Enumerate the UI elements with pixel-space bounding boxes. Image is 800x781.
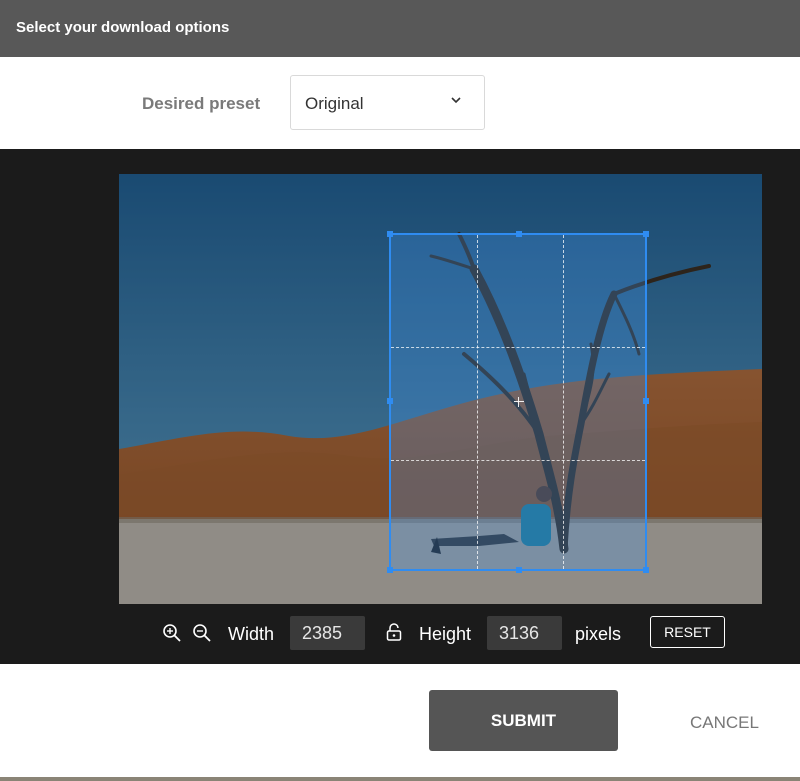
crop-controls: Width 2385 Height 3136 pixels RESET xyxy=(0,613,800,664)
crop-handle-ne[interactable] xyxy=(643,231,649,237)
zoom-in-icon[interactable] xyxy=(162,623,182,643)
width-label: Width xyxy=(228,624,275,644)
crop-handle-sw[interactable] xyxy=(387,567,393,573)
crop-center-icon xyxy=(514,397,524,407)
image-editor: Width 2385 Height 3136 pixels RESET xyxy=(0,149,800,664)
dialog-title: Select your download options xyxy=(16,19,230,36)
crop-grid-line xyxy=(477,235,478,569)
cancel-button[interactable]: CANCEL xyxy=(690,713,759,733)
reset-button[interactable]: RESET xyxy=(650,616,725,648)
height-input[interactable]: 3136 xyxy=(487,616,562,650)
crop-handle-s[interactable] xyxy=(516,567,522,573)
footer-divider xyxy=(0,777,800,781)
crop-handle-e[interactable] xyxy=(643,398,649,404)
crop-handle-w[interactable] xyxy=(387,398,393,404)
preset-selected-value: Original xyxy=(305,94,364,113)
submit-button[interactable]: SUBMIT xyxy=(429,690,618,751)
crop-handle-se[interactable] xyxy=(643,567,649,573)
preset-select[interactable]: Original xyxy=(290,75,485,130)
height-label: Height xyxy=(419,624,472,644)
dialog-footer: SUBMIT CANCEL xyxy=(0,664,800,781)
units-label: pixels xyxy=(575,624,622,644)
crop-grid-line xyxy=(391,460,645,461)
chevron-down-icon xyxy=(451,97,461,104)
lock-icon[interactable] xyxy=(385,622,403,642)
zoom-out-icon[interactable] xyxy=(192,623,212,643)
preset-row: Desired preset Original xyxy=(0,57,800,149)
preset-label: Desired preset xyxy=(142,94,261,113)
crop-handle-nw[interactable] xyxy=(387,231,393,237)
crop-selection[interactable] xyxy=(387,231,649,573)
crop-grid-line xyxy=(563,235,564,569)
crop-grid-line xyxy=(391,347,645,348)
preview-image xyxy=(119,174,762,604)
width-input[interactable]: 2385 xyxy=(290,616,365,650)
dialog-header: Select your download options xyxy=(0,0,800,57)
crop-handle-n[interactable] xyxy=(516,231,522,237)
